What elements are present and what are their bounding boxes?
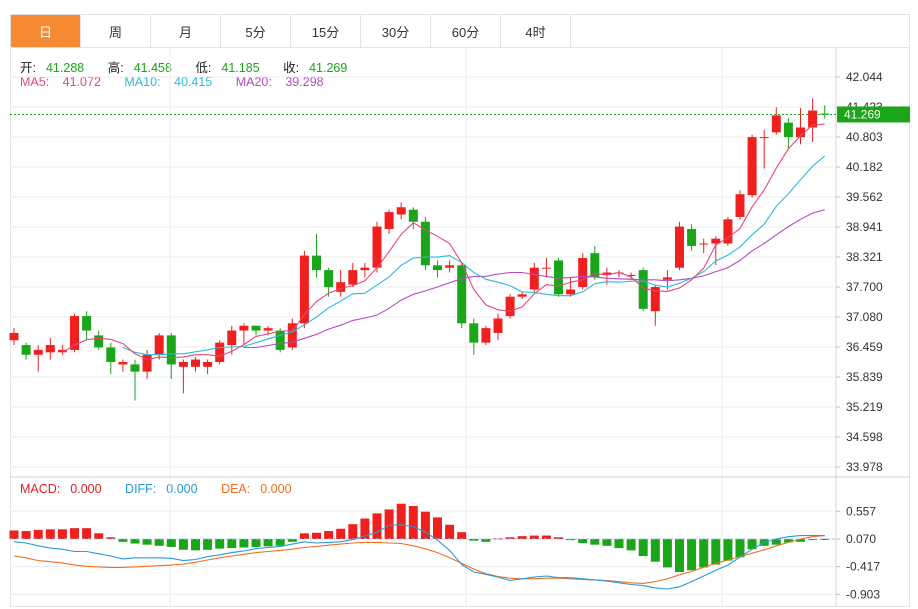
high-value: 41.458 bbox=[133, 61, 172, 75]
chart-frame bbox=[10, 47, 910, 607]
ma10-label: MA10: bbox=[124, 75, 161, 89]
tab-1[interactable]: 周 bbox=[81, 15, 151, 47]
ohlc-readout: 开: 41.288 高: 41.458 低: 41.185 收: 41.269 bbox=[20, 57, 367, 76]
tab-3[interactable]: 5分 bbox=[221, 15, 291, 47]
ma20-value: 39.298 bbox=[285, 75, 324, 89]
tab-5[interactable]: 30分 bbox=[361, 15, 431, 47]
tab-4[interactable]: 15分 bbox=[291, 15, 361, 47]
tab-2[interactable]: 月 bbox=[151, 15, 221, 47]
ma5-label: MA5: bbox=[20, 75, 50, 89]
open-label: 开: bbox=[20, 61, 36, 75]
diff-label: DIFF: bbox=[125, 482, 157, 496]
macd-label: MACD: bbox=[20, 482, 61, 496]
tab-7[interactable]: 4时 bbox=[501, 15, 571, 47]
high-label: 高: bbox=[107, 61, 124, 75]
ma20-label: MA20: bbox=[235, 75, 272, 89]
ma10-value: 40.415 bbox=[174, 75, 213, 89]
open-value: 41.288 bbox=[45, 61, 85, 75]
low-value: 41.185 bbox=[221, 61, 260, 75]
dea-value: 0.000 bbox=[260, 482, 292, 496]
close-label: 收: bbox=[283, 61, 300, 75]
tab-0[interactable]: 日 bbox=[11, 15, 81, 47]
ma-readout: MA5: 41.072 MA10: 40.415 MA20: 39.298 bbox=[20, 75, 344, 89]
macd-value: 0.000 bbox=[70, 482, 102, 496]
ma5-value: 41.072 bbox=[62, 75, 101, 89]
dea-label: DEA: bbox=[221, 482, 251, 496]
diff-value: 0.000 bbox=[166, 482, 198, 496]
tab-6[interactable]: 60分 bbox=[431, 15, 501, 47]
macd-readout: MACD: 0.000 DIFF: 0.000 DEA: 0.000 bbox=[20, 482, 312, 496]
close-value: 41.269 bbox=[309, 61, 348, 75]
low-label: 低: bbox=[195, 61, 212, 75]
timeframe-tabs: 日周月 5分 15分 30分 60分 4时 bbox=[10, 14, 910, 48]
